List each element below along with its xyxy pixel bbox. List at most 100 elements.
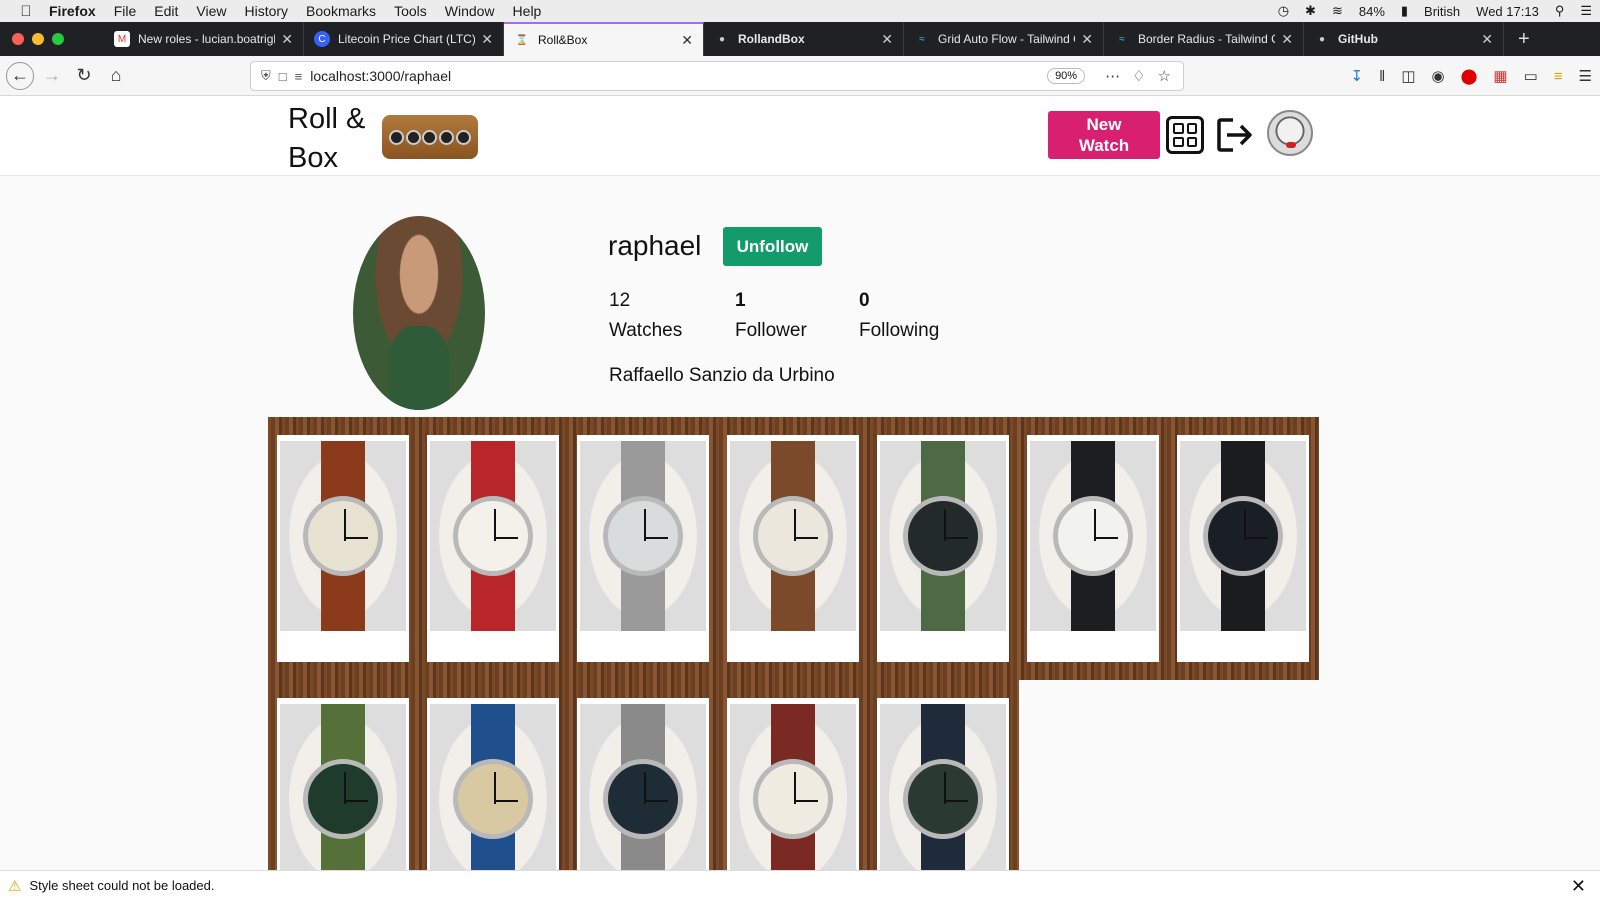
tab-strip: M New roles - lucian.boatrigh ✕ C Liteco…	[0, 22, 1600, 56]
stat-following[interactable]: 0 Following	[859, 286, 939, 346]
menu-window[interactable]: Window	[445, 3, 495, 19]
watch-roll-logo[interactable]	[378, 107, 482, 167]
watch-card[interactable]	[277, 435, 409, 662]
ublock-icon[interactable]: ⬤	[1461, 67, 1478, 85]
stat-followers[interactable]: 1 Follower	[735, 286, 807, 346]
watches-label: Watches	[609, 320, 683, 341]
maximize-window-icon[interactable]	[52, 33, 64, 45]
minimize-window-icon[interactable]	[32, 33, 44, 45]
menu-file[interactable]: File	[114, 3, 137, 19]
library-icon[interactable]: ‖	[1379, 68, 1385, 85]
shield-icon[interactable]: ⛨	[261, 68, 271, 84]
extension-icon[interactable]: ▦	[1493, 67, 1507, 85]
apple-icon[interactable]: 	[12, 3, 40, 20]
back-icon[interactable]: ←	[6, 61, 34, 90]
watch-card[interactable]	[577, 698, 709, 870]
site-header: Roll & Box New Watch	[0, 96, 1600, 176]
close-notification-icon[interactable]: ✕	[1571, 876, 1586, 897]
reload-icon[interactable]: ↻	[70, 62, 98, 90]
tab-litecoin[interactable]: C Litecoin Price Chart (LTC) | ✕	[304, 22, 504, 56]
menu-firefox[interactable]: Firefox	[49, 3, 96, 19]
page-viewport: Roll & Box New Watch raphael Unfollow 12…	[0, 96, 1600, 870]
new-tab-icon[interactable]: +	[1518, 28, 1530, 51]
pocket-icon[interactable]: ♢	[1132, 67, 1145, 85]
zoom-level[interactable]: 90%	[1047, 68, 1086, 84]
bluetooth-icon[interactable]: ✱	[1305, 3, 1316, 19]
url-text[interactable]: localhost:3000/raphael	[310, 68, 1047, 84]
bookmark-star-icon[interactable]: ☆	[1158, 67, 1171, 85]
forward-icon[interactable]: →	[38, 62, 66, 90]
grid-view-icon[interactable]	[1166, 116, 1204, 154]
window-icon[interactable]: ▭	[1524, 67, 1538, 85]
tab-github[interactable]: ● GitHub ✕	[1304, 22, 1504, 56]
watch-card[interactable]	[877, 698, 1009, 870]
site-logo-text[interactable]: Roll & Box	[288, 100, 368, 178]
tab-title: New roles - lucian.boatrigh	[138, 32, 276, 46]
close-tab-icon[interactable]: ✕	[481, 31, 493, 48]
watch-card[interactable]	[727, 698, 859, 870]
url-bar[interactable]: ⛨ □ ≡ localhost:3000/raphael 90% ⋯ ♢ ☆	[250, 61, 1184, 91]
menu-view[interactable]: View	[196, 3, 226, 19]
watches-count: 12	[609, 290, 631, 311]
input-source[interactable]: British	[1424, 4, 1460, 19]
close-tab-icon[interactable]: ✕	[681, 32, 693, 49]
sidebar-icon[interactable]: ◫	[1401, 67, 1415, 85]
watch-photo	[1030, 441, 1156, 631]
menu-edit[interactable]: Edit	[154, 3, 178, 19]
menu-icon[interactable]: ☰	[1579, 67, 1592, 85]
spotlight-icon[interactable]: ⚲	[1555, 3, 1565, 19]
downloads-icon[interactable]: ↧	[1351, 67, 1364, 85]
time-machine-icon[interactable]: ◷	[1278, 3, 1289, 19]
logo-line-1: Roll &	[288, 103, 366, 135]
close-tab-icon[interactable]: ✕	[281, 31, 293, 48]
page-info-icon[interactable]: □	[279, 69, 287, 84]
tab-title: Litecoin Price Chart (LTC) |	[338, 32, 476, 46]
tab-rollandbox-github[interactable]: ● RollandBox ✕	[704, 22, 904, 56]
watch-dial	[603, 759, 683, 839]
page-actions-icon[interactable]: ⋯	[1105, 67, 1120, 85]
menu-tools[interactable]: Tools	[394, 3, 427, 19]
tab-rollbox[interactable]: ⌛ Roll&Box ✕	[504, 22, 704, 56]
watch-roll-image	[382, 115, 478, 159]
tab-tailwind-radius[interactable]: ≈ Border Radius - Tailwind CS ✕	[1104, 22, 1304, 56]
coinmarket-icon: C	[314, 31, 330, 47]
permissions-icon[interactable]: ≡	[295, 69, 303, 84]
close-tab-icon[interactable]: ✕	[1281, 31, 1293, 48]
watch-card[interactable]	[727, 435, 859, 662]
tab-tailwind-grid[interactable]: ≈ Grid Auto Flow - Tailwind C ✕	[904, 22, 1104, 56]
close-window-icon[interactable]	[12, 33, 24, 45]
watch-card[interactable]	[877, 435, 1009, 662]
watch-card[interactable]	[427, 698, 559, 870]
watch-card[interactable]	[427, 435, 559, 662]
watch-card[interactable]	[277, 698, 409, 870]
watch-card[interactable]	[1027, 435, 1159, 662]
battery-icon[interactable]: ▮	[1401, 3, 1408, 19]
stat-watches: 12 Watches	[609, 286, 682, 346]
home-icon[interactable]: ⌂	[102, 62, 130, 90]
tab-title: RollandBox	[738, 32, 805, 46]
close-tab-icon[interactable]: ✕	[1081, 31, 1093, 48]
logout-icon[interactable]	[1216, 116, 1256, 154]
tab-gmail[interactable]: M New roles - lucian.boatrigh ✕	[104, 22, 304, 56]
menu-help[interactable]: Help	[513, 3, 542, 19]
clock[interactable]: Wed 17:13	[1476, 4, 1539, 19]
watch-card[interactable]	[577, 435, 709, 662]
following-label: Following	[859, 320, 940, 341]
new-watch-button[interactable]: New Watch	[1048, 111, 1160, 159]
tab-title: GitHub	[1338, 32, 1378, 46]
watch-card[interactable]	[1177, 435, 1309, 662]
followers-count: 1	[735, 290, 746, 311]
close-tab-icon[interactable]: ✕	[881, 31, 893, 48]
menu-history[interactable]: History	[244, 3, 288, 19]
notification-center-icon[interactable]: ☰	[1580, 3, 1592, 19]
colorful-extension-icon[interactable]: ≡	[1554, 68, 1563, 85]
profile-full-name: Raffaello Sanzio da Urbino	[609, 365, 835, 386]
wifi-icon[interactable]: ≋	[1332, 3, 1343, 19]
close-tab-icon[interactable]: ✕	[1481, 31, 1493, 48]
unfollow-button[interactable]: Unfollow	[723, 227, 822, 266]
account-icon[interactable]: ◉	[1432, 67, 1445, 85]
user-avatar[interactable]	[1267, 110, 1313, 156]
menu-bookmarks[interactable]: Bookmarks	[306, 3, 376, 19]
tab-title: Border Radius - Tailwind CS	[1138, 32, 1276, 46]
battery-percent[interactable]: 84%	[1359, 4, 1385, 19]
